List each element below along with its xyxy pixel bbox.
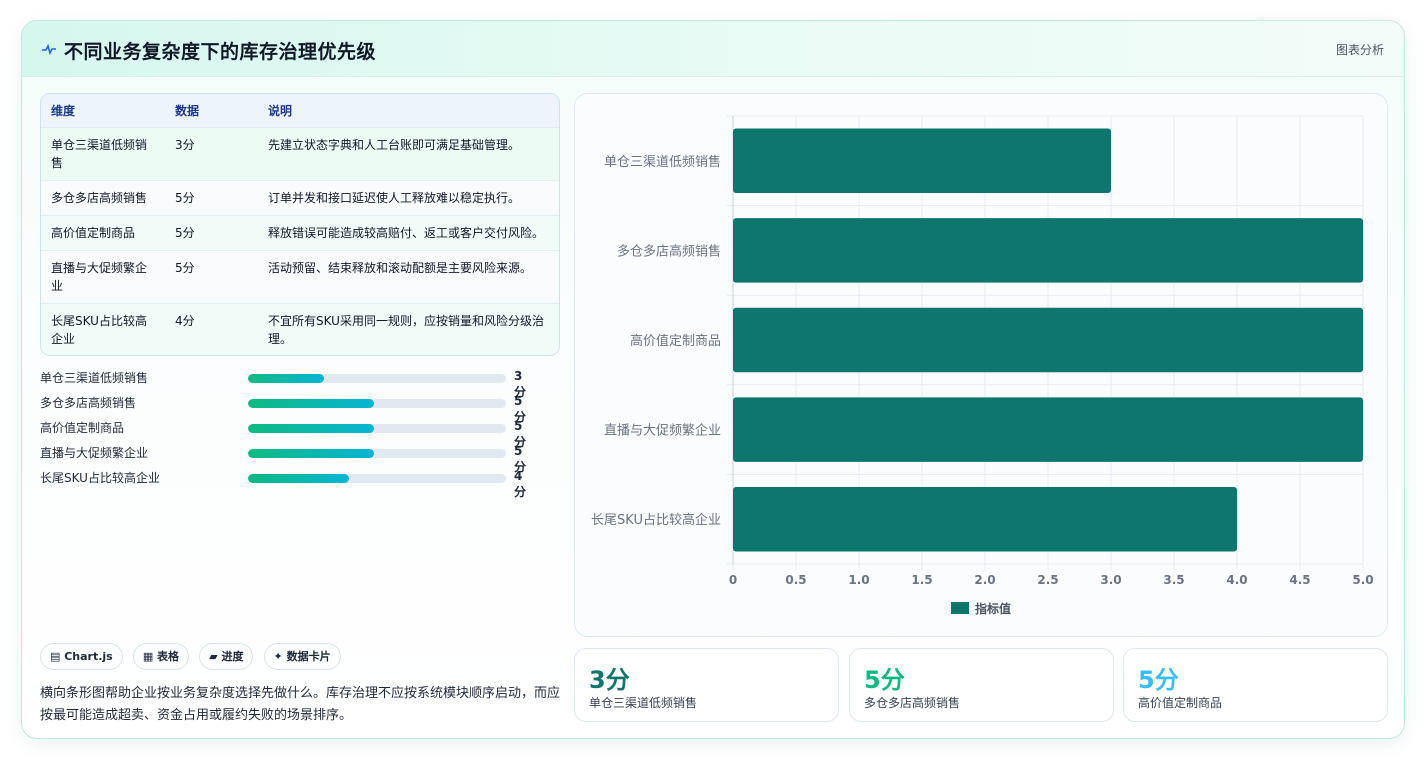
table-cell-description: 活动预留、结束释放和滚动配额是主要风险来源。: [268, 260, 533, 275]
progress-row: 单仓三渠道低频销售 3分: [40, 367, 526, 399]
progress-fill: [248, 449, 375, 458]
kpi-card: 5分 高价值定制商品: [1123, 648, 1388, 722]
progress-label: 多仓多店高频销售: [40, 396, 137, 410]
page-title: 不同业务复杂度下的库存治理优先级: [64, 41, 377, 63]
bar-chart: 0 0.5 1.0 1.5 2.0 2.5 3.0 3.5 4.0 4.5 5.0 单仓三渠道低频销售…: [591, 115, 1374, 616]
bar: [733, 218, 1363, 283]
progress-value: 4分: [514, 469, 527, 499]
table-cell-dimension: 直播与大促频繁企业: [51, 260, 148, 293]
x-tick-label: 4.0: [1226, 573, 1247, 587]
tech-tags: ▤ Chart.js ▦ 表格 ▰ 进度 ✦ 数据卡片: [40, 643, 346, 671]
x-tick-label: 1.5: [911, 573, 932, 587]
y-tick-label: 多仓多店高频销售: [617, 243, 721, 259]
table-cell-data: 5分: [175, 260, 195, 275]
table-cell-data: 5分: [175, 225, 195, 240]
data-card-tag[interactable]: ✦ 数据卡片: [263, 643, 341, 670]
progress-track: [248, 474, 506, 483]
chartjs-tag[interactable]: ▤ Chart.js: [40, 643, 123, 670]
table-cell-data: 4分: [175, 313, 195, 328]
legend-swatch: [951, 602, 969, 614]
table-row: 直播与大促频繁企业 5分 活动预留、结束释放和滚动配额是主要风险来源。: [41, 250, 559, 303]
y-tick-label: 单仓三渠道低频销售: [604, 154, 721, 170]
kpi-label: 单仓三渠道低频销售: [589, 696, 698, 710]
bar: [733, 128, 1111, 194]
table-tag[interactable]: ▦ 表格: [132, 643, 190, 670]
progress-fill: [248, 474, 349, 483]
x-tick-label: 0: [729, 573, 737, 587]
x-tick-label: 3.0: [1100, 573, 1121, 587]
x-tick-label: 5.0: [1352, 573, 1373, 587]
bar: [733, 486, 1237, 552]
kpi-value: 5分: [1138, 666, 1179, 694]
y-tick-label: 长尾SKU占比较高企业: [591, 512, 721, 528]
table-header-row: 维度 数据 说明: [41, 94, 559, 127]
table-cell-description: 先建立状态字典和人工台账即可满足基础管理。: [268, 137, 521, 152]
pulse-icon: [42, 43, 56, 55]
column-header-dimension: 维度: [51, 103, 76, 118]
table-row: 高价值定制商品 5分 释放错误可能造成较高赔付、返工或客户交付风险。: [41, 215, 559, 250]
progress-row: 多仓多店高频销售 5分: [40, 392, 526, 424]
table-cell-dimension: 单仓三渠道低频销售: [51, 137, 148, 170]
bar: [733, 307, 1363, 373]
legend-label: 指标值: [975, 601, 1011, 616]
card-header: 不同业务复杂度下的库存治理优先级 图表分析: [22, 21, 1404, 77]
column-header-data: 数据: [175, 103, 200, 118]
x-tick-label: 2.0: [974, 573, 995, 587]
kpi-label: 高价值定制商品: [1138, 696, 1223, 710]
table-row: 长尾SKU占比较高企业 4分 不宜所有SKU采用同一规则，应按销量和风险分级治理…: [41, 303, 559, 355]
data-table: 维度 数据 说明 单仓三渠道低频销售 3分 先建立状态字典和人工台账即可满足基础…: [40, 93, 560, 356]
progress-row: 直播与大促频繁企业 5分: [40, 442, 526, 474]
progress-row: 高价值定制商品 5分: [40, 417, 526, 449]
table-row: 多仓多店高频销售 5分 订单并发和接口延迟使人工释放难以稳定执行。: [41, 180, 559, 215]
progress-track: [248, 424, 506, 433]
kpi-card: 5分 多仓多店高频销售: [849, 648, 1114, 722]
x-tick-label: 2.5: [1037, 573, 1058, 587]
x-tick-label: 0.5: [785, 573, 806, 587]
progress-track: [248, 399, 506, 408]
column-header-description: 说明: [268, 103, 293, 118]
progress-track: [248, 449, 506, 458]
y-tick-label: 直播与大促频繁企业: [604, 423, 721, 439]
table-cell-description: 释放错误可能造成较高赔付、返工或客户交付风险。: [268, 225, 545, 240]
dashboard-card: 不同业务复杂度下的库存治理优先级 图表分析 维度 数据 说明 单仓三渠道低频销售…: [21, 20, 1405, 739]
progress-fill: [248, 374, 325, 383]
progress-list: 单仓三渠道低频销售 3分 多仓多店高频销售 5分 高价值定制商品 5分 直播与大…: [40, 367, 526, 499]
chart-analysis-tag: 图表分析: [1335, 43, 1384, 57]
x-tick-label: 3.5: [1163, 573, 1184, 587]
table-cell-data: 3分: [175, 137, 195, 152]
progress-fill: [248, 424, 375, 433]
chart-description: 横向条形图帮助企业按业务复杂度选择先做什么。库存治理不应按系统模块顺序启动，而应…: [40, 686, 561, 723]
kpi-card: 3分 单仓三渠道低频销售: [574, 648, 839, 722]
bar: [733, 397, 1363, 462]
table-cell-dimension: 长尾SKU占比较高企业: [51, 313, 147, 346]
table-cell-description: 订单并发和接口延迟使人工释放难以稳定执行。: [268, 190, 521, 205]
kpi-value: 5分: [864, 666, 905, 694]
progress-label: 长尾SKU占比较高企业: [40, 471, 160, 485]
x-tick-label: 1.0: [848, 573, 869, 587]
progress-label: 高价值定制商品: [40, 421, 125, 435]
x-tick-label: 4.5: [1289, 573, 1310, 587]
kpi-label: 多仓多店高频销售: [864, 696, 961, 710]
y-tick-label: 高价值定制商品: [630, 333, 721, 349]
progress-label: 直播与大促频繁企业: [40, 446, 149, 460]
progress-label: 单仓三渠道低频销售: [40, 371, 149, 385]
kpi-value: 3分: [589, 666, 630, 694]
table-cell-dimension: 高价值定制商品: [51, 225, 136, 240]
table-cell-description: 不宜所有SKU采用同一规则，应按销量和风险分级治理。: [268, 313, 544, 346]
table-cell-dimension: 多仓多店高频销售: [51, 190, 148, 205]
bar-chart-panel: 0 0.5 1.0 1.5 2.0 2.5 3.0 3.5 4.0 4.5 5.0 单仓三渠道低频销售…: [574, 93, 1388, 637]
table-cell-data: 5分: [175, 190, 195, 205]
table-row: 单仓三渠道低频销售 3分 先建立状态字典和人工台账即可满足基础管理。: [41, 127, 559, 180]
progress-row: 长尾SKU占比较高企业 4分: [40, 467, 526, 499]
progress-tag[interactable]: ▰ 进度: [199, 643, 254, 670]
progress-track: [248, 374, 506, 383]
progress-fill: [248, 399, 375, 408]
